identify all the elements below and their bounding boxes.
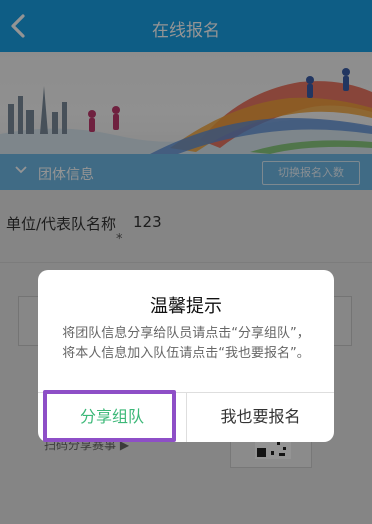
join-signup-button[interactable]: 我也要报名 (187, 392, 334, 442)
dialog-title: 温馨提示 (150, 296, 222, 317)
highlight-box (43, 390, 176, 442)
dialog-message: 将团队信息分享给队员请点击“分享组队”，将本人信息加入队伍请点击“我也要报名”。 (62, 326, 310, 361)
modal-overlay[interactable] (0, 0, 372, 524)
